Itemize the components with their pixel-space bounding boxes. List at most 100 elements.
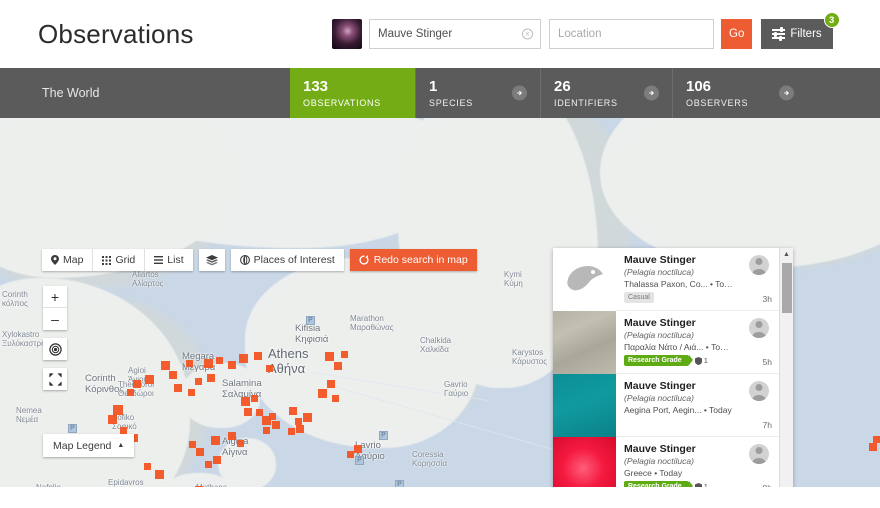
id-icon [695, 357, 702, 365]
observation-marker[interactable] [263, 427, 270, 434]
observation-marker[interactable] [241, 397, 250, 406]
observation-marker[interactable] [204, 359, 213, 368]
clear-circle-icon[interactable]: × [522, 29, 533, 40]
observation-marker[interactable] [266, 365, 273, 372]
observation-list-item[interactable]: Mauve Stinger(Pelagia noctiluca)Aegina P… [553, 374, 779, 437]
redo-search-button[interactable]: Redo search in map [350, 249, 477, 271]
observation-thumbnail[interactable] [553, 374, 616, 437]
observation-marker[interactable] [303, 413, 312, 422]
observation-list-item[interactable]: Mauve Stinger(Pelagia noctiluca)Παραλία … [553, 311, 779, 374]
map-canvas[interactable]: AthensΑθήναMegaraΜέγαραSalaminaΣαλαμίναK… [0, 118, 880, 487]
observation-marker[interactable] [318, 389, 327, 398]
observation-place-date: Greece • Today [624, 467, 733, 479]
observation-marker[interactable] [144, 463, 151, 470]
observation-marker[interactable] [288, 428, 295, 435]
stat-go-arrow-icon[interactable] [512, 86, 527, 101]
locate-button[interactable] [43, 338, 67, 360]
observation-marker[interactable] [189, 441, 196, 448]
stat-go-arrow-icon[interactable] [644, 86, 659, 101]
location-search-input[interactable]: Location [549, 19, 714, 49]
zoom-in-button[interactable]: + [43, 286, 67, 308]
places-of-interest-button[interactable]: Places of Interest [231, 249, 344, 271]
observation-marker[interactable] [145, 375, 154, 384]
observation-marker[interactable] [174, 384, 182, 392]
observation-marker[interactable] [127, 389, 134, 396]
place-of-interest-marker[interactable]: P [395, 480, 404, 487]
observation-marker[interactable] [289, 407, 297, 415]
stat-species[interactable]: 1SPECIES [415, 68, 540, 118]
scroll-up-arrow[interactable]: ▲ [780, 248, 793, 261]
observation-marker[interactable] [161, 361, 170, 370]
observation-marker[interactable] [169, 371, 177, 379]
observation-marker[interactable] [228, 361, 236, 369]
place-of-interest-marker[interactable]: P [355, 456, 364, 465]
observation-marker[interactable] [205, 461, 212, 468]
fullscreen-button[interactable] [43, 368, 67, 390]
observation-marker[interactable] [272, 421, 280, 429]
scope-label[interactable]: The World [0, 68, 290, 118]
observation-marker[interactable] [325, 352, 334, 361]
observation-marker[interactable] [251, 395, 258, 402]
observation-marker[interactable] [113, 405, 123, 415]
observation-marker[interactable] [239, 354, 248, 363]
stat-identifiers[interactable]: 26IDENTIFIERS [540, 68, 672, 118]
observation-marker[interactable] [108, 415, 117, 424]
observation-marker[interactable] [155, 470, 164, 479]
observation-marker[interactable] [296, 425, 304, 433]
observation-marker[interactable] [211, 436, 220, 445]
place-of-interest-marker[interactable]: P [379, 431, 388, 440]
observation-marker[interactable] [873, 436, 880, 443]
observation-marker[interactable] [228, 432, 236, 440]
map-legend-button[interactable]: Map Legend ▲ [43, 434, 134, 457]
filters-button[interactable]: Filters [761, 19, 832, 49]
list-view-button[interactable]: List [145, 249, 192, 271]
observation-marker[interactable] [207, 374, 215, 382]
observation-marker[interactable] [195, 378, 202, 385]
observation-list-item[interactable]: Mauve Stinger(Pelagia noctiluca)Greece •… [553, 437, 779, 487]
observation-marker[interactable] [244, 408, 252, 416]
observer-avatar[interactable] [749, 381, 769, 401]
observation-marker[interactable] [216, 357, 223, 364]
observation-marker[interactable] [196, 448, 204, 456]
observation-marker[interactable] [237, 440, 244, 447]
observation-marker[interactable] [327, 380, 335, 388]
observation-marker[interactable] [269, 413, 276, 420]
place-of-interest-marker[interactable]: P [306, 316, 315, 325]
zoom-out-button[interactable]: – [43, 308, 67, 330]
stat-observations[interactable]: 133OBSERVATIONS [290, 68, 415, 118]
observation-list-item[interactable]: Mauve Stinger(Pelagia noctiluca)Thalassa… [553, 248, 779, 311]
observation-thumbnail[interactable] [553, 248, 616, 311]
observation-list-scrollbar[interactable]: ▲ ▼ [779, 248, 793, 487]
observation-marker[interactable] [341, 351, 348, 358]
observation-marker[interactable] [188, 389, 195, 396]
observer-avatar[interactable] [749, 318, 769, 338]
place-of-interest-marker[interactable]: P [68, 424, 77, 433]
observer-avatar[interactable] [749, 444, 769, 464]
layers-button[interactable] [199, 249, 225, 271]
observer-avatar[interactable] [749, 255, 769, 275]
stat-observers[interactable]: 106OBSERVERS [672, 68, 807, 118]
observation-marker[interactable] [334, 362, 342, 370]
observation-marker[interactable] [213, 456, 221, 464]
id-icon [695, 483, 702, 488]
observation-thumbnail[interactable] [553, 437, 616, 487]
go-button[interactable]: Go [721, 19, 752, 49]
observation-marker[interactable] [120, 427, 127, 434]
grid-view-button[interactable]: Grid [93, 249, 145, 271]
scrollbar-thumb[interactable] [782, 263, 792, 313]
observation-thumbnail[interactable] [553, 311, 616, 374]
observation-marker[interactable] [186, 360, 193, 367]
observation-marker[interactable] [256, 409, 263, 416]
observation-marker[interactable] [347, 451, 354, 458]
observation-marker[interactable] [133, 380, 141, 388]
map-view-button[interactable]: Map [42, 249, 93, 271]
taxon-search-input[interactable]: Mauve Stinger × [369, 19, 541, 49]
observation-marker[interactable] [354, 445, 362, 453]
observation-meta: 3h [739, 248, 779, 310]
observation-marker[interactable] [254, 352, 262, 360]
observation-age: 7h [763, 420, 772, 430]
observation-marker[interactable] [332, 395, 339, 402]
observation-marker[interactable] [295, 418, 302, 425]
observation-marker[interactable] [869, 443, 877, 451]
stat-go-arrow-icon[interactable] [779, 86, 794, 101]
